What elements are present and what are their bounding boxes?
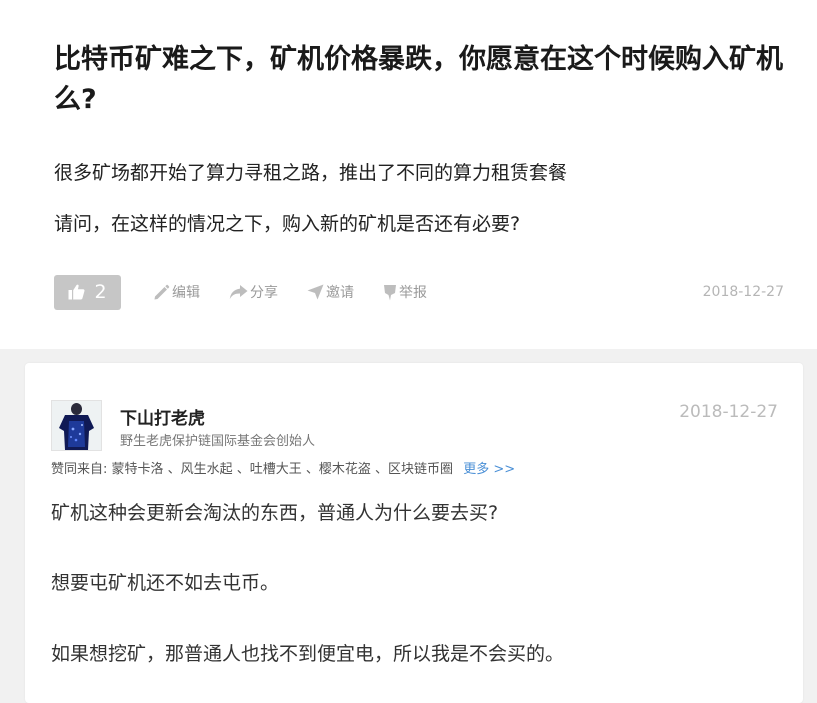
avatar[interactable] (51, 400, 102, 451)
answer-paragraph-1: 矿机这种会更新会淘汰的东西，普通人为什么要去买? (51, 502, 499, 524)
share-arrow-icon (229, 284, 248, 300)
answer-card: 下山打老虎 野生老虎保护链国际基金会创始人 2018-12-27 赞同来自: 蒙… (25, 363, 803, 703)
author-bio: 野生老虎保护链国际基金会创始人 (120, 434, 316, 449)
flag-icon (383, 284, 397, 301)
author-name[interactable]: 下山打老虎 (120, 404, 205, 429)
answer-date: 2018-12-27 (679, 402, 778, 422)
more-upvoters-link[interactable]: 更多 >> (463, 462, 515, 477)
question-description-line-1: 很多矿场都开始了算力寻租之路，推出了不同的算力租赁套餐 (54, 162, 568, 184)
upvoters-names[interactable]: 蒙特卡洛 、风生水起 、吐槽大王 、樱木花盗 、区块链币圈 (112, 462, 454, 477)
invite-button[interactable]: 邀请 (307, 282, 354, 302)
invite-label: 邀请 (326, 285, 354, 301)
edit-button[interactable]: 编辑 (153, 282, 200, 302)
thumbs-up-icon (68, 284, 85, 300)
pencil-icon (153, 284, 170, 301)
upvoters-list: 赞同来自: 蒙特卡洛 、风生水起 、吐槽大王 、樱木花盗 、区块链币圈 更多 >… (51, 458, 515, 477)
paper-plane-icon (307, 284, 324, 300)
edit-label: 编辑 (172, 285, 200, 301)
question-title: 比特币矿难之下，矿机价格暴跌，你愿意在这个时候购入矿机么? (54, 44, 783, 115)
question-panel: 比特币矿难之下，矿机价格暴跌，你愿意在这个时候购入矿机么? 很多矿场都开始了算力… (0, 0, 817, 349)
question-description-line-2: 请问，在这样的情况之下，购入新的矿机是否还有必要? (54, 213, 521, 235)
report-label: 举报 (399, 285, 427, 301)
like-button[interactable]: 2 (54, 274, 121, 310)
question-date: 2018-12-27 (702, 284, 784, 300)
answer-paragraph-3: 如果想挖矿，那普通人也找不到便宜电，所以我是不会买的。 (51, 643, 565, 665)
like-count: 2 (94, 281, 107, 303)
share-button[interactable]: 分享 (229, 282, 278, 302)
report-button[interactable]: 举报 (383, 282, 427, 302)
upvoters-label: 赞同来自: (51, 462, 108, 477)
answer-paragraph-2: 想要屯矿机还不如去屯币。 (51, 572, 280, 594)
share-label: 分享 (250, 285, 278, 301)
question-action-bar: 2 编辑 分享 邀请 举报 2018-12-27 (54, 274, 784, 310)
